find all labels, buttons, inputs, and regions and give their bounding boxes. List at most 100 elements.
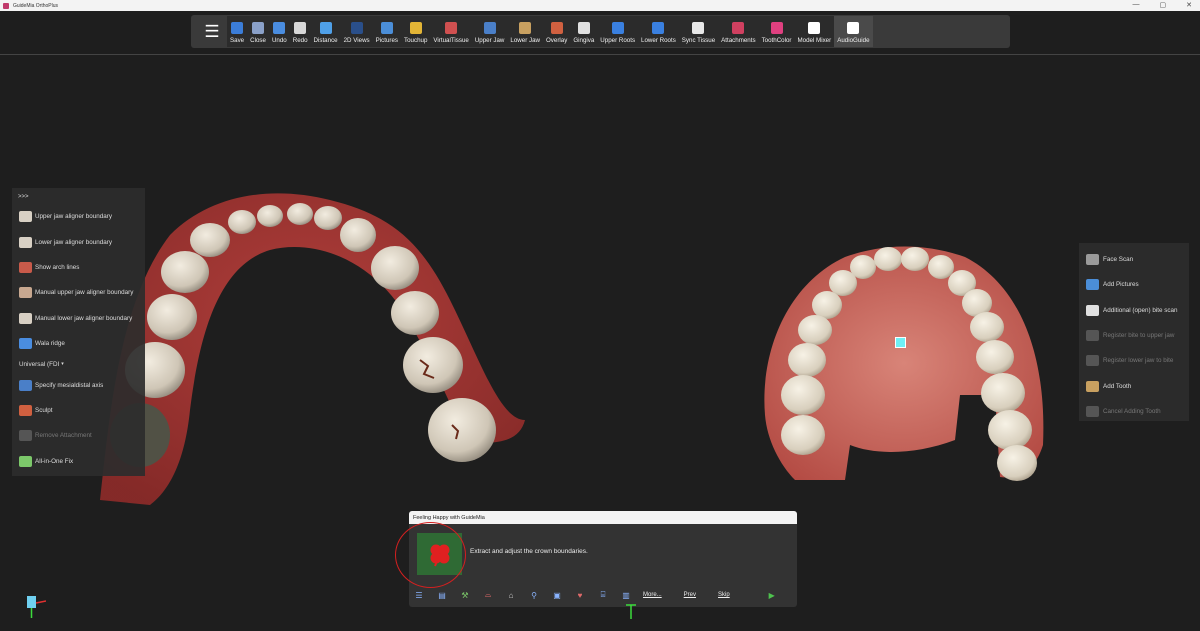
tooth-color-icon [770, 22, 783, 34]
toolbar-virtualtissue-button[interactable]: VirtualTissue [430, 16, 471, 47]
guide-tooth-icon[interactable]: ⌂ [505, 590, 517, 600]
toolbar-2d-views-button[interactable]: 2D Views [341, 16, 373, 47]
guide-tooth-red-icon[interactable]: ♥ [574, 590, 586, 600]
panel-item-remove-attachment: Remove Attachment [12, 423, 145, 448]
guide-arch-icon[interactable]: ⌓ [482, 590, 494, 600]
sync-tissue-icon [692, 22, 705, 34]
virtual-tissue-icon [445, 22, 458, 34]
toolbar-pictures-button[interactable]: Pictures [373, 16, 401, 47]
panel-item-upper-jaw-aligner-boundary[interactable]: Upper jaw aligner boundary [12, 204, 145, 229]
toolbar-upper-jaw-button[interactable]: Upper Jaw [472, 16, 508, 47]
toolbar-button-label: ToothColor [761, 37, 792, 44]
toolbar-lower-roots-button[interactable]: Lower Roots [638, 16, 679, 47]
toolbar-sync-tissue-button[interactable]: Sync Tissue [679, 16, 718, 47]
guide-board-icon[interactable]: ▣ [551, 590, 563, 600]
highlight-ring [395, 522, 466, 588]
toolbar-divider [0, 54, 1200, 55]
panel-item-label: Face Scan [1103, 256, 1134, 264]
toolbar-model-mixer-button[interactable]: Model Mixer [794, 16, 834, 47]
guide-action-bar: ☰ ▤ ⚒ ⌓ ⌂ ⚲ ▣ ♥ ⌸ ▥ More... Prev Skip ▶ [413, 587, 793, 603]
toolbar-audioguide-button[interactable]: AudioGuide [834, 16, 873, 47]
panel-item-label: Manual upper jaw aligner boundary [35, 289, 134, 297]
maximize-button[interactable]: ▢ [1160, 1, 1167, 9]
toolbar-undo-button[interactable]: Undo [269, 16, 290, 47]
panel-item-add-pictures[interactable]: Add Pictures [1079, 272, 1189, 297]
wala-ridge-icon [19, 338, 32, 350]
toolbar-lower-jaw-button[interactable]: Lower Jaw [507, 16, 543, 47]
panel-item-add-tooth[interactable]: Add Tooth [1079, 373, 1189, 398]
panel-item-label: Show arch lines [35, 263, 80, 271]
panel-item-label: Lower jaw aligner boundary [35, 238, 113, 246]
panel-item-register-bite-to-upper-jaw: Register bite to upper jaw [1079, 323, 1189, 348]
panel-item-specify-mesialdistal-axis[interactable]: Specify mesialdistal axis [12, 372, 145, 397]
model-mixer-icon [808, 22, 821, 34]
toolbar-button-label: Save [230, 37, 245, 44]
face-scan-icon [1086, 254, 1099, 266]
toolbar-close-button[interactable]: Close [247, 16, 269, 47]
toolbar-redo-button[interactable]: Redo [290, 16, 311, 47]
toolbar-button-label: AudioGuide [837, 37, 870, 44]
guide-skip-link[interactable]: Skip [718, 592, 730, 598]
guide-menu-icon[interactable]: ☰ [413, 590, 425, 600]
guide-bank-icon[interactable]: ⌸ [597, 590, 609, 600]
window-title: GuideMia OrthoPlus [13, 2, 59, 9]
guide-more-link[interactable]: More... [643, 592, 662, 598]
upper-jaw-icon [483, 22, 496, 34]
tooth-numbering-dropdown[interactable]: Universal (FDI ▾ [12, 356, 145, 372]
toolbar-gingiva-button[interactable]: Gingiva [570, 16, 597, 47]
panel-item-sculpt[interactable]: Sculpt [12, 398, 145, 423]
toolbar-button-label: Touchup [404, 37, 428, 44]
toolbar-button-label: Model Mixer [797, 37, 832, 44]
main-toolbar: ☰ Save Close Undo Redo Distance 2D Views Pictu… [191, 15, 1010, 48]
manual-lower-icon [19, 312, 32, 324]
pictures-icon [380, 22, 393, 34]
guide-jaw-icon[interactable]: ▥ [620, 590, 632, 600]
toolbar-touchup-button[interactable]: Touchup [401, 16, 430, 47]
toolbar-overlay-button[interactable]: Overlay [543, 16, 570, 47]
upper-roots-icon [611, 22, 624, 34]
upper-jaw-model[interactable] [755, 245, 1050, 490]
panel-item-label: Wala ridge [35, 340, 65, 348]
panel-item-lower-jaw-aligner-boundary[interactable]: Lower jaw aligner boundary [12, 229, 145, 254]
toolbar-upper-roots-button[interactable]: Upper Roots [597, 16, 638, 47]
toolbar-button-label: Upper Roots [600, 37, 636, 44]
toolbar-button-label: Overlay [545, 37, 568, 44]
lower-aligner-icon [19, 236, 32, 248]
toolbar-attachments-button[interactable]: Attachments [718, 16, 758, 47]
guide-prev-link[interactable]: Prev [684, 592, 696, 598]
panel-item-face-scan[interactable]: Face Scan [1079, 247, 1189, 272]
toolbar-button-label: Gingiva [573, 37, 595, 44]
panel-item-all-in-one-fix[interactable]: All-in-One Fix [12, 449, 145, 474]
toolbar-button-label: Sync Tissue [681, 37, 716, 44]
left-tool-panel: >>> Upper jaw aligner boundary Lower jaw … [12, 188, 145, 476]
panel-item-manual-upper-jaw-aligner-boundary[interactable]: Manual upper jaw aligner boundary [12, 280, 145, 305]
panel-item-wala-ridge[interactable]: Wala ridge [12, 331, 145, 356]
panel-item-label: Sculpt [35, 406, 53, 414]
panel-item-label: Specify mesialdistal axis [35, 381, 104, 389]
toolbar-toothcolor-button[interactable]: ToothColor [759, 16, 795, 47]
lower-jaw-icon [519, 22, 532, 34]
toolbar-button-label: Distance [313, 37, 338, 44]
minimize-button[interactable]: — [1133, 1, 1140, 9]
touchup-icon [409, 22, 422, 34]
panel-expand-button[interactable]: >>> [12, 188, 145, 204]
guide-tools-icon[interactable]: ⚒ [459, 590, 471, 600]
panel-item-manual-lower-jaw-aligner-boundary[interactable]: Manual lower jaw aligner boundary [12, 306, 145, 331]
toolbar-button-label: Attachments [721, 37, 756, 44]
dropdown-value: Universal (FDI [19, 360, 60, 368]
panel-item-additional-open-bite-scan[interactable]: Additional (open) bite scan [1079, 298, 1189, 323]
close-window-button[interactable]: ✕ [1186, 1, 1192, 9]
guide-dialog: Feeling Happy with GuideMia Extract and … [395, 511, 797, 607]
guide-next-icon[interactable]: ▶ [766, 590, 778, 600]
guide-2d-icon[interactable]: ▤ [436, 590, 448, 600]
toolbar-button-label: Undo [271, 37, 287, 44]
hamburger-menu-icon[interactable]: ☰ [197, 15, 227, 48]
dropdown-arrow-icon: ▾ [61, 361, 64, 368]
guide-search-tooth-icon[interactable]: ⚲ [528, 590, 540, 600]
toolbar-distance-button[interactable]: Distance [311, 16, 341, 47]
lower-jaw-model[interactable] [90, 180, 530, 510]
toolbar-save-button[interactable]: Save [227, 16, 247, 47]
panel-item-show-arch-lines[interactable]: Show arch lines [12, 255, 145, 280]
selection-marker[interactable] [895, 337, 906, 348]
panel-item-label: All-in-One Fix [35, 457, 74, 465]
